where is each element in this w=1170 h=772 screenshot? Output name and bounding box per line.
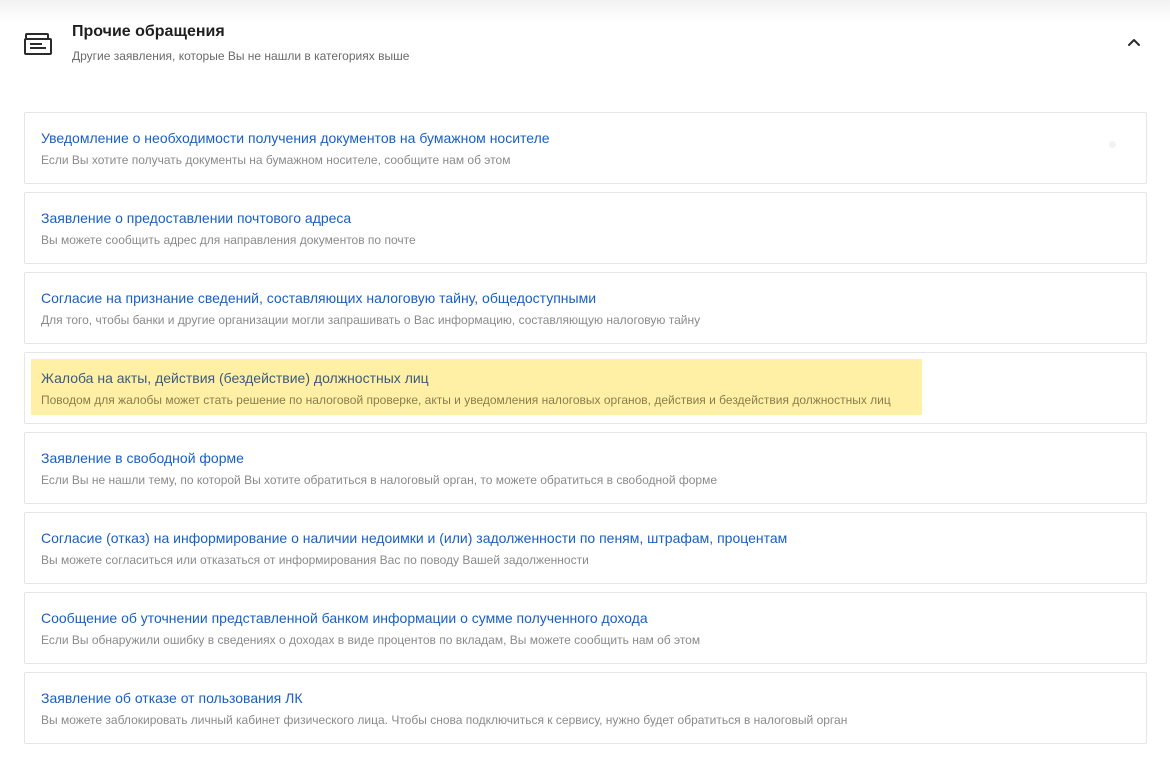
card-description: Для того, чтобы банки и другие организац… (41, 313, 701, 327)
card-body: Согласие на признание сведений, составля… (41, 289, 1130, 329)
card-description: Если Вы хотите получать документы на бум… (41, 153, 511, 167)
card-title-link[interactable]: Согласие (отказ) на информирование о нал… (41, 530, 787, 546)
card-body: Сообщение об уточнении представленной ба… (41, 609, 1130, 649)
card-title-link[interactable]: Уведомление о необходимости получения до… (41, 130, 550, 146)
appeal-card-account-refusal[interactable]: Заявление об отказе от пользования ЛК Вы… (24, 672, 1147, 744)
appeal-card-bank-income-correction[interactable]: Сообщение об уточнении представленной ба… (24, 592, 1147, 664)
card-title-link[interactable]: Жалоба на акты, действия (бездействие) д… (41, 370, 429, 386)
card-title-link[interactable]: Заявление о предоставлении почтового адр… (41, 210, 351, 226)
card-description: Поводом для жалобы может стать решение п… (41, 393, 891, 407)
card-description: Вы можете согласиться или отказаться от … (41, 553, 589, 567)
card-title-link[interactable]: Согласие на признание сведений, составля… (41, 290, 596, 306)
document-stack-icon (24, 32, 54, 58)
card-title-link[interactable]: Заявление в свободной форме (41, 450, 244, 466)
appeal-card-free-form[interactable]: Заявление в свободной форме Если Вы не н… (24, 432, 1147, 504)
chevron-up-icon[interactable] (1124, 32, 1144, 52)
card-body: Заявление об отказе от пользования ЛК Вы… (41, 689, 1130, 729)
section-title: Прочие обращения (72, 23, 225, 40)
card-description: Вы можете сообщить адрес для направления… (41, 233, 416, 247)
section-subtitle: Другие заявления, которые Вы не нашли в … (72, 49, 410, 63)
appeal-card-complaint[interactable]: Жалоба на акты, действия (бездействие) д… (24, 352, 1147, 424)
appeal-card-tax-secret-consent[interactable]: Согласие на признание сведений, составля… (24, 272, 1147, 344)
card-description: Вы можете заблокировать личный кабинет ф… (41, 713, 848, 727)
card-description: Если Вы не нашли тему, по которой Вы хот… (41, 473, 718, 487)
card-body: Заявление в свободной форме Если Вы не н… (41, 449, 1130, 489)
appeal-card-debt-notification[interactable]: Согласие (отказ) на информирование о нал… (24, 512, 1147, 584)
appeal-list: Уведомление о необходимости получения до… (24, 112, 1147, 752)
card-title-link[interactable]: Заявление об отказе от пользования ЛК (41, 690, 303, 706)
appeal-card-postal-address[interactable]: Заявление о предоставлении почтового адр… (24, 192, 1147, 264)
scroll-indicator (1109, 141, 1116, 148)
appeal-card-paper-documents[interactable]: Уведомление о необходимости получения до… (24, 112, 1147, 184)
card-body: Уведомление о необходимости получения до… (41, 129, 1130, 169)
card-description: Если Вы обнаружили ошибку в сведениях о … (41, 633, 701, 647)
section-header[interactable]: Прочие обращения Другие заявления, котор… (24, 18, 1146, 74)
card-body: Согласие (отказ) на информирование о нал… (41, 529, 1130, 569)
card-title-link[interactable]: Сообщение об уточнении представленной ба… (41, 610, 648, 626)
card-body: Заявление о предоставлении почтового адр… (41, 209, 1130, 249)
card-body-highlighted: Жалоба на акты, действия (бездействие) д… (31, 359, 922, 415)
